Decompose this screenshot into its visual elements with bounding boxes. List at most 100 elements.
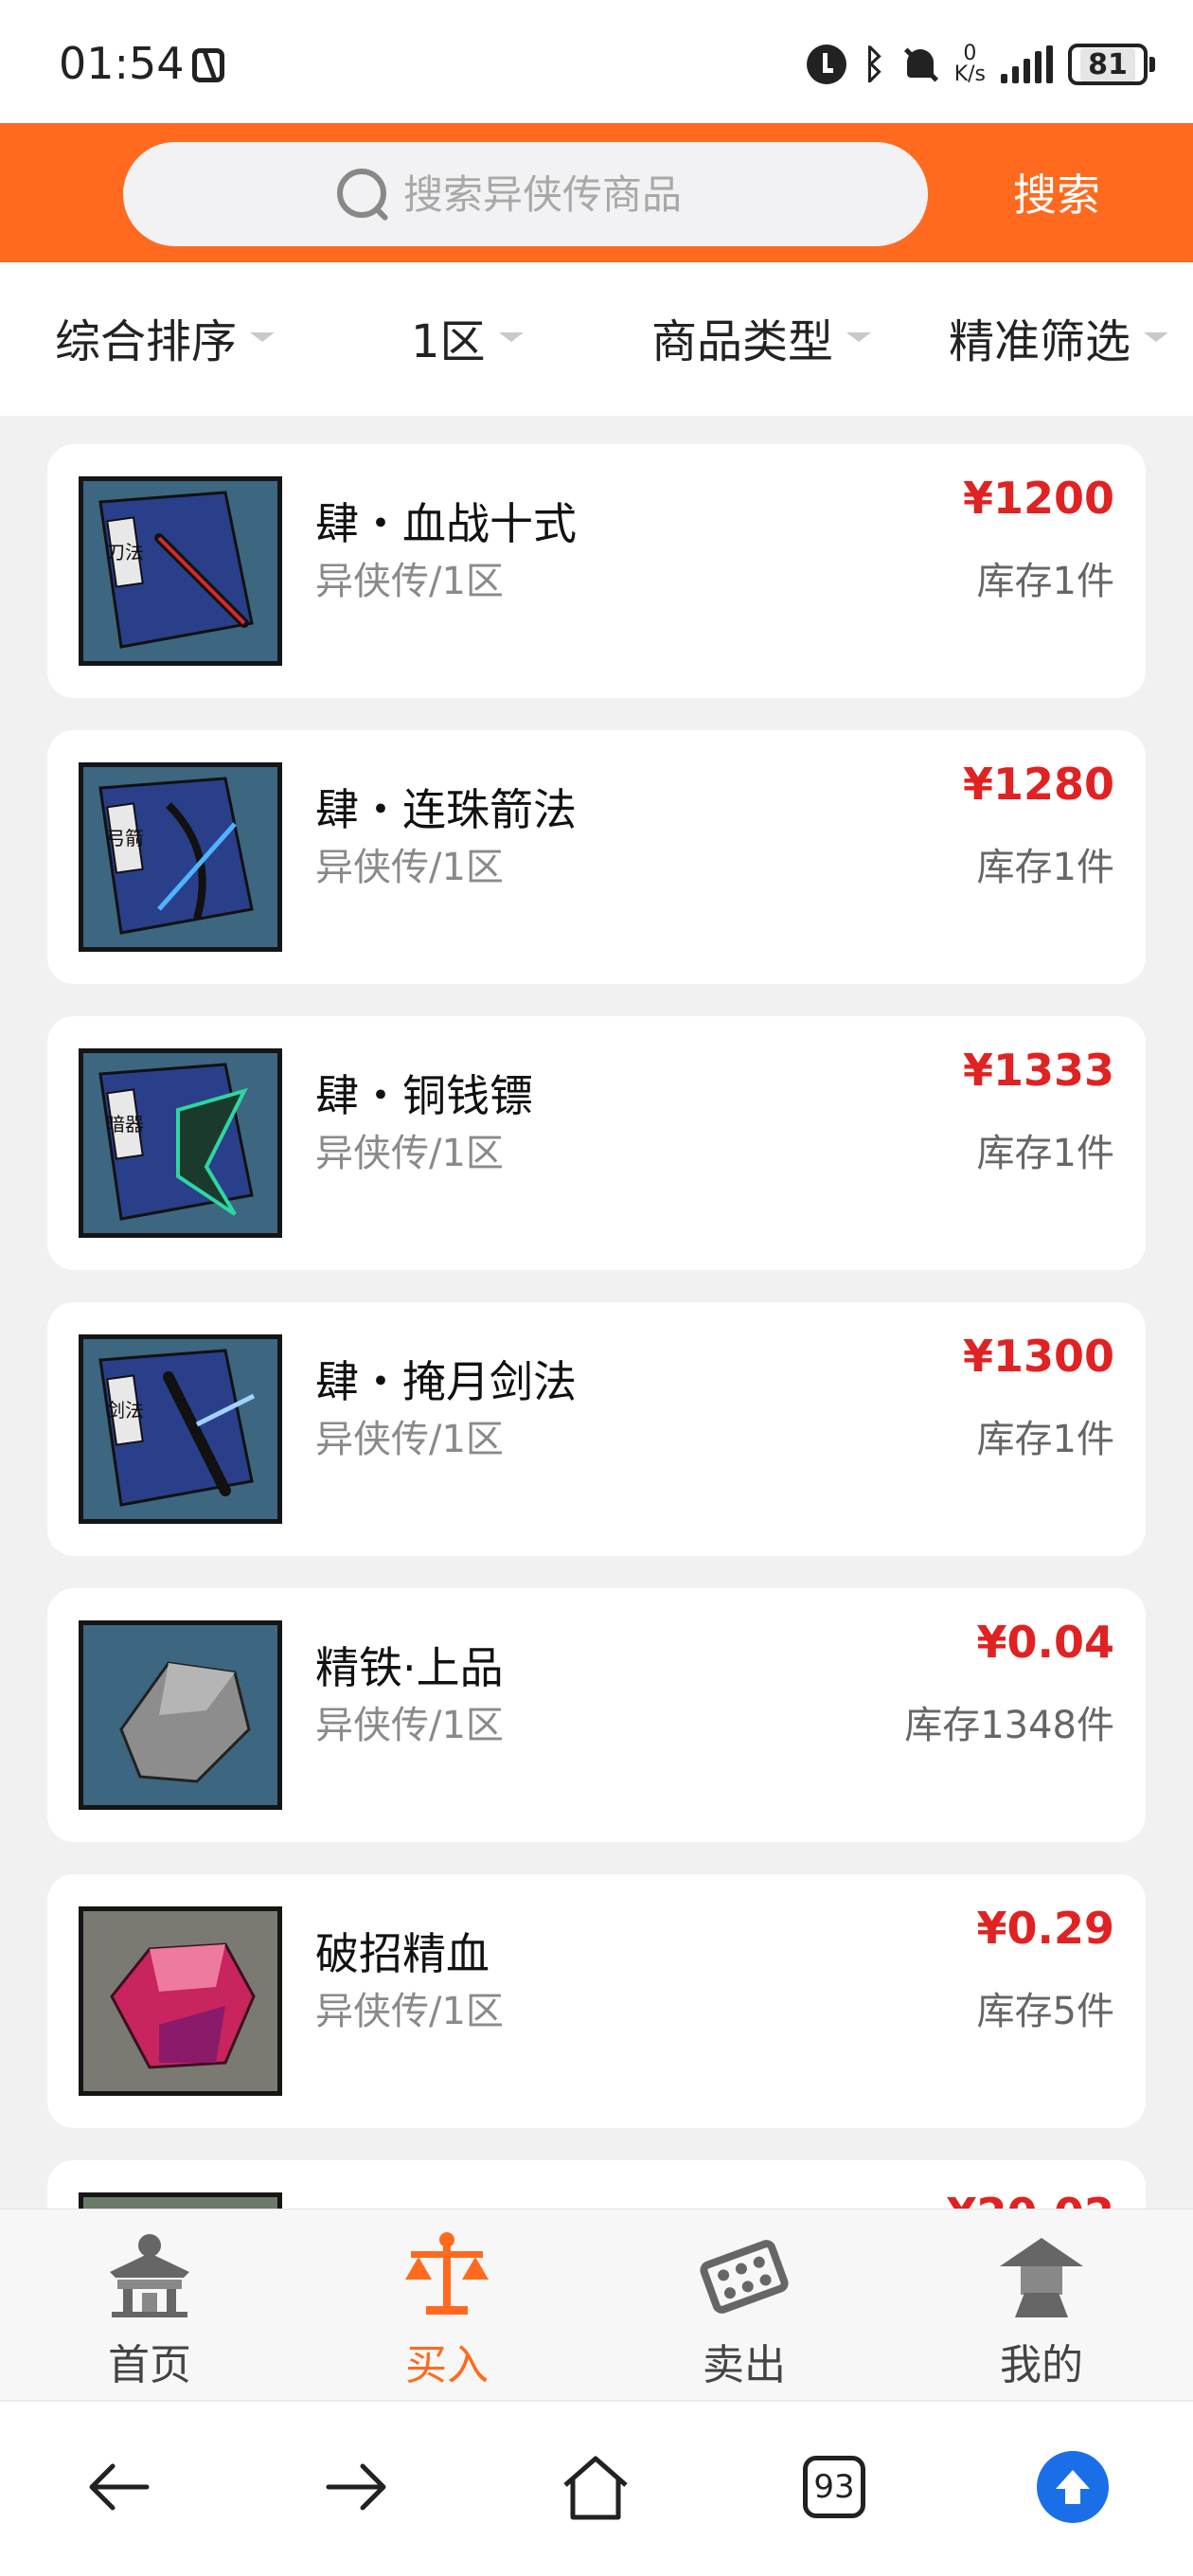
product-stock: 库存1件	[976, 1418, 1114, 1461]
battery-level: 81	[1080, 47, 1135, 81]
product-card[interactable]: 暗器 肆・铜钱镖 异侠传/1区 ¥1333 库存1件	[47, 1016, 1146, 1270]
profile-hat-icon	[1000, 2238, 1083, 2317]
product-card[interactable]: 剑法 肆・掩月剑法 异侠传/1区 ¥1300 库存1件	[47, 1302, 1146, 1556]
product-price: ¥0.04	[976, 1617, 1114, 1668]
filter-precise[interactable]: 精准筛选	[949, 304, 1169, 370]
arrow-up-icon	[1037, 2451, 1109, 2523]
product-stock: 库存1件	[976, 1132, 1114, 1175]
item-icon	[83, 2197, 277, 2209]
product-stock: 库存1件	[976, 560, 1114, 603]
product-card[interactable]: 弓箭 肆・连珠箭法 异侠传/1区 ¥1280 库存1件	[47, 730, 1146, 984]
book-label: 弓箭	[106, 827, 144, 850]
filter-server[interactable]: 1区	[411, 304, 524, 370]
search-button[interactable]: 搜索	[1013, 161, 1100, 224]
product-thumb: 刀法	[79, 476, 282, 666]
nfc-icon	[191, 48, 224, 82]
bluetooth-icon: ᛒ	[862, 41, 886, 87]
tab-sell[interactable]: 卖出	[650, 2228, 839, 2391]
battery-icon: 81	[1068, 44, 1155, 85]
status-bar: 01:54 ᛒ 0 K/s 81	[0, 0, 1193, 123]
mute-bell-icon	[901, 45, 939, 83]
product-subtitle: 异侠传/1区	[315, 1418, 504, 1461]
tab-sell-label: 卖出	[703, 2341, 786, 2389]
product-stock: 库存1348件	[904, 1704, 1114, 1747]
product-subtitle: 异侠传/1区	[315, 560, 504, 603]
product-name: 精铁·上品	[315, 1642, 504, 1693]
filter-sort[interactable]: 综合排序	[55, 304, 276, 370]
filter-server-label: 1区	[411, 315, 486, 368]
tab-buy[interactable]: 买入	[352, 2228, 542, 2391]
search-header: 搜索	[0, 123, 1193, 262]
search-icon	[335, 167, 390, 222]
product-card[interactable]: ¥20.02	[47, 2160, 1146, 2209]
product-stock: 库存1件	[976, 846, 1114, 889]
search-box[interactable]	[123, 142, 928, 246]
product-price: ¥1333	[962, 1045, 1114, 1096]
book-label: 刀法	[106, 541, 144, 564]
product-price: ¥20.02	[946, 2189, 1114, 2209]
bottom-tab-bar: 首页 买入 卖出 我的	[0, 2209, 1193, 2400]
product-price: ¥1200	[962, 473, 1114, 524]
scale-icon	[405, 2232, 489, 2315]
arrow-right-icon	[326, 2463, 386, 2511]
home-button[interactable]	[553, 2444, 638, 2530]
browser-nav: 93	[0, 2400, 1193, 2576]
back-button[interactable]	[76, 2444, 161, 2530]
product-subtitle: 异侠传/1区	[315, 1990, 504, 2033]
filter-sort-label: 综合排序	[55, 315, 238, 368]
product-stock: 库存5件	[976, 1990, 1114, 2033]
filter-type[interactable]: 商品类型	[651, 304, 872, 370]
home-pavilion-icon	[110, 2234, 189, 2317]
network-speed: 0 K/s	[953, 42, 986, 86]
signal-icon	[1001, 45, 1053, 83]
arrow-left-icon	[89, 2463, 150, 2511]
blood-crystal-icon	[83, 1911, 277, 2091]
chevron-down-icon	[498, 332, 524, 342]
home-icon	[563, 2456, 628, 2520]
product-price: ¥0.29	[976, 1903, 1114, 1954]
product-name: 肆・铜钱镖	[315, 1070, 533, 1121]
product-card[interactable]: 破招精血 异侠传/1区 ¥0.29 库存5件	[47, 1874, 1146, 2128]
tab-mine[interactable]: 我的	[947, 2228, 1136, 2391]
book-label: 暗器	[106, 1113, 144, 1136]
tab-home[interactable]: 首页	[55, 2228, 244, 2391]
product-name: 破招精血	[315, 1928, 490, 1979]
product-thumb: 弓箭	[79, 762, 282, 952]
tab-mine-label: 我的	[1000, 2341, 1083, 2389]
tab-count: 93	[803, 2456, 865, 2518]
product-list: 刀法 肆・血战十式 异侠传/1区 ¥1200 库存1件 弓箭 肆・连珠箭法 异侠…	[0, 416, 1193, 2209]
product-card[interactable]: 刀法 肆・血战十式 异侠传/1区 ¥1200 库存1件	[47, 444, 1146, 698]
filter-precise-label: 精准筛选	[949, 315, 1131, 368]
product-subtitle: 异侠传/1区	[315, 1132, 504, 1175]
chevron-down-icon	[250, 332, 276, 342]
chevron-down-icon	[1144, 332, 1169, 342]
dart-manual-icon: 暗器	[83, 1053, 277, 1233]
product-thumb: 剑法	[79, 1334, 282, 1524]
tab-buy-label: 买入	[405, 2341, 489, 2389]
search-input[interactable]	[403, 170, 716, 218]
product-price: ¥1280	[962, 759, 1114, 810]
tab-home-label: 首页	[108, 2341, 191, 2389]
product-name: 肆・连珠箭法	[315, 784, 577, 835]
filter-bar: 综合排序 1区 商品类型 精准筛选	[0, 262, 1193, 416]
product-subtitle: 异侠传/1区	[315, 846, 504, 889]
status-icons: ᛒ 0 K/s 81	[807, 36, 1155, 93]
bow-manual-icon: 弓箭	[83, 767, 277, 947]
sword-manual-icon: 剑法	[83, 1339, 277, 1519]
alarm-icon	[807, 45, 847, 84]
tabs-button[interactable]: 93	[792, 2444, 877, 2530]
abacus-icon	[700, 2240, 789, 2314]
product-name: 肆・血战十式	[315, 498, 577, 549]
forward-button[interactable]	[314, 2444, 400, 2530]
filter-type-label: 商品类型	[651, 315, 834, 368]
product-thumb: 暗器	[79, 1048, 282, 1238]
status-time: 01:54	[59, 38, 224, 89]
scroll-top-button[interactable]	[1030, 2444, 1115, 2530]
product-card[interactable]: 精铁·上品 异侠传/1区 ¥0.04 库存1348件	[47, 1588, 1146, 1842]
saber-manual-icon: 刀法	[83, 481, 277, 661]
book-label: 剑法	[106, 1399, 144, 1422]
iron-ore-icon	[83, 1625, 277, 1805]
chevron-down-icon	[846, 332, 872, 342]
product-name: 肆・掩月剑法	[315, 1356, 577, 1407]
product-thumb	[79, 1620, 282, 1810]
